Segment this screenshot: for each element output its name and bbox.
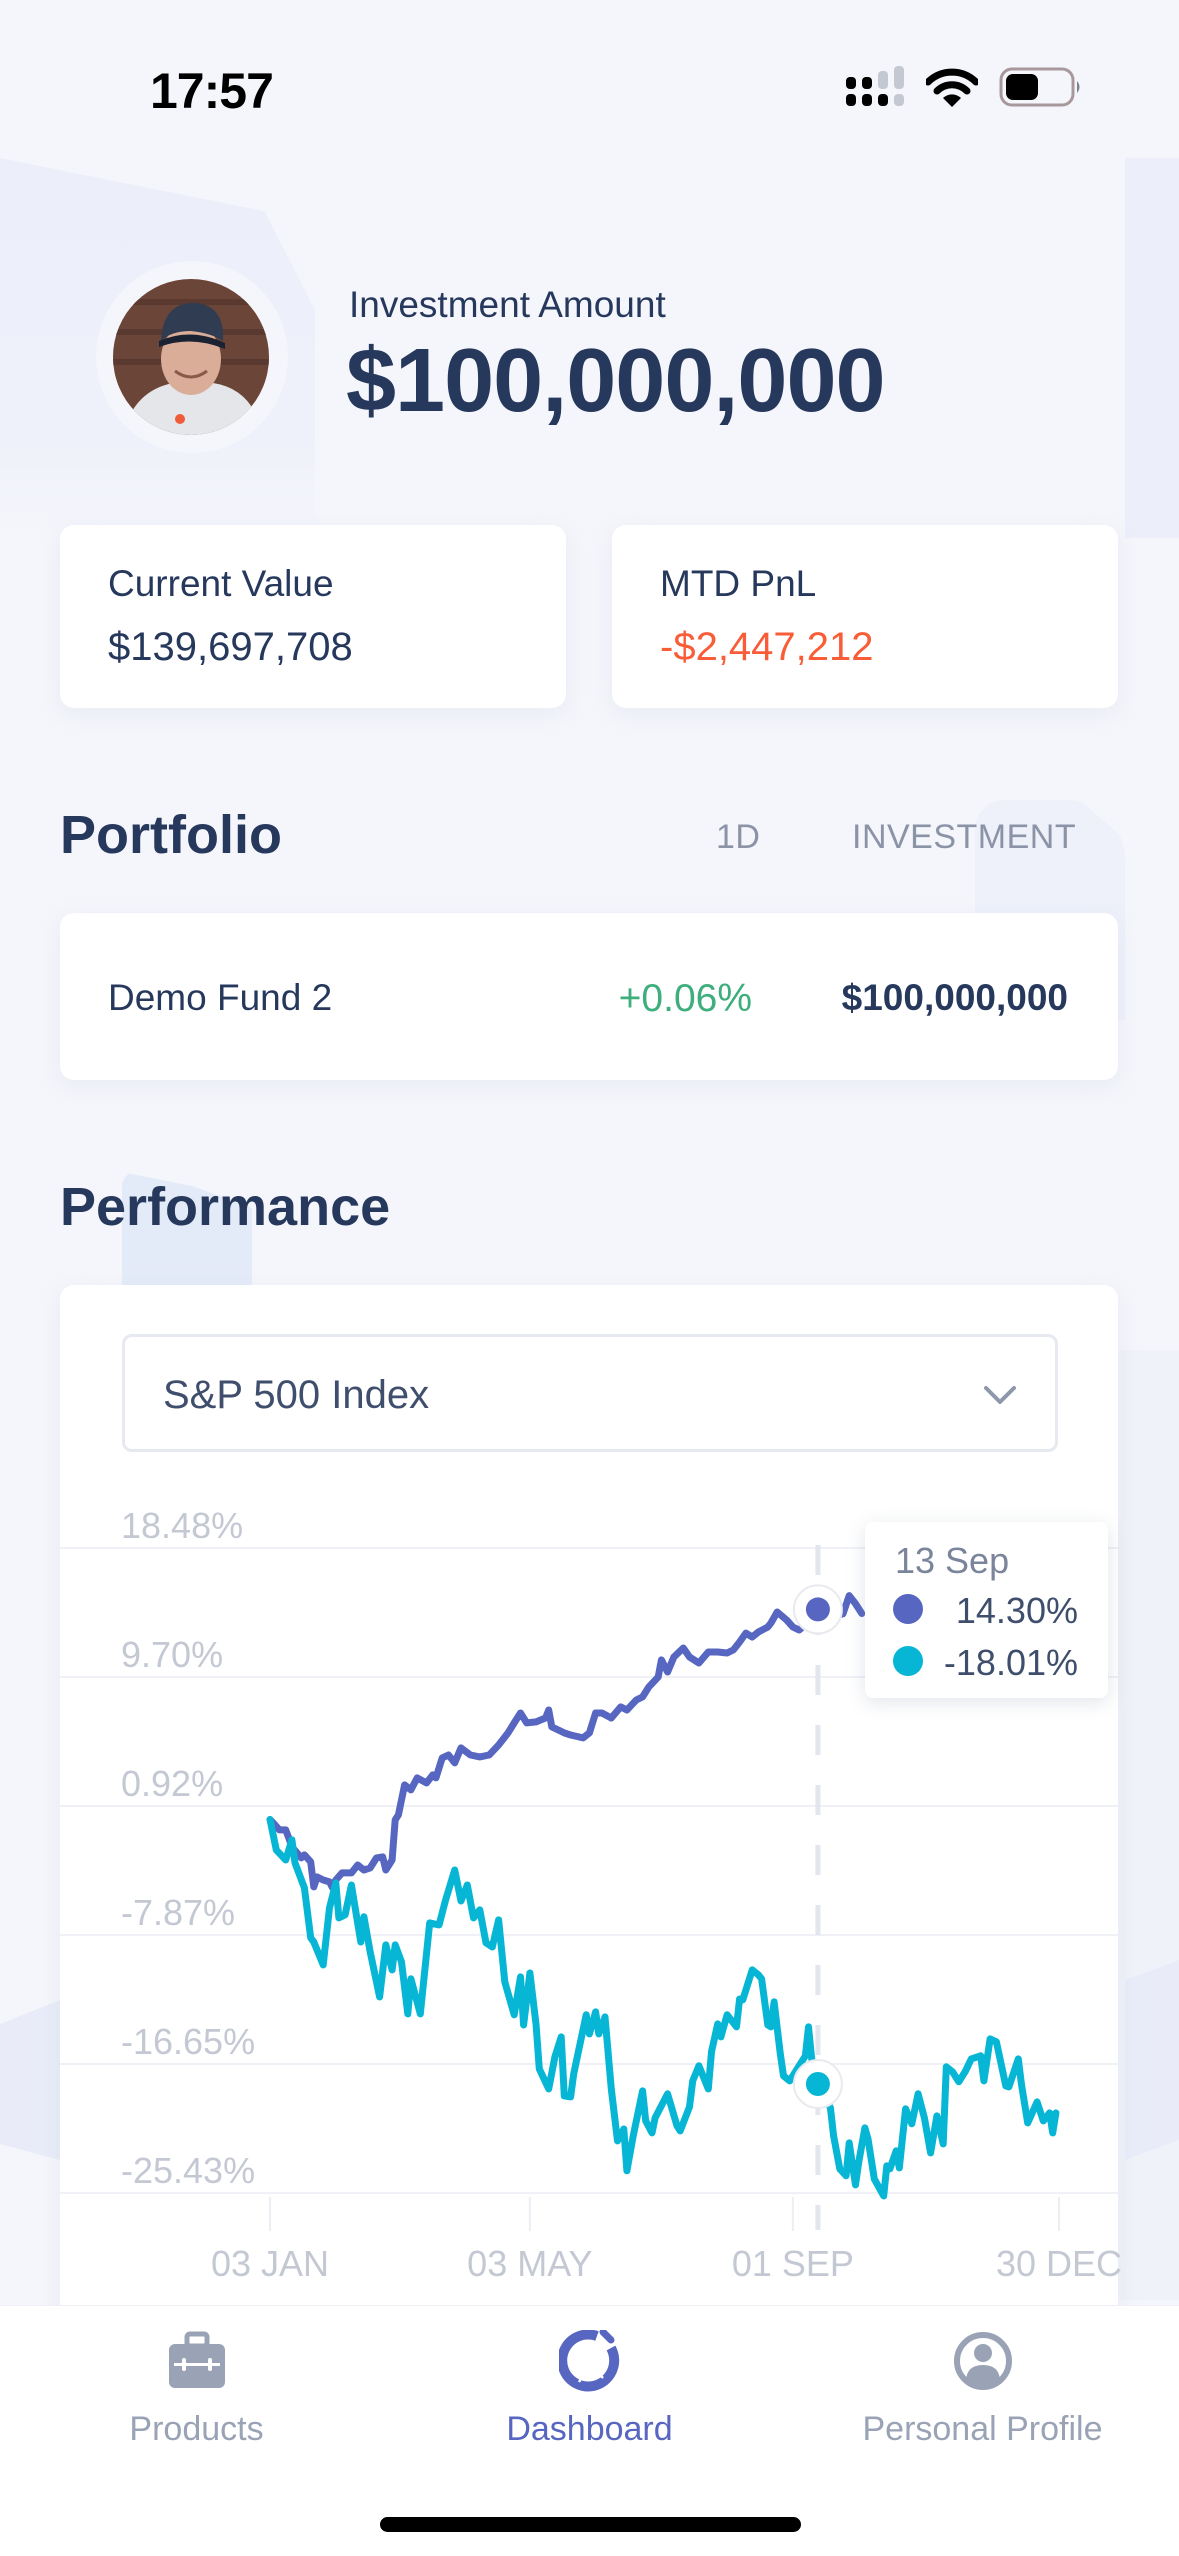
mtd-pnl-value: -$2,447,212 [660, 625, 874, 669]
tooltip-row-portfolio: 14.30% [893, 1590, 1078, 1631]
fund-1d-change: +0.06% [618, 977, 752, 1020]
tooltip-value-portfolio: 14.30% [955, 1590, 1078, 1631]
legend-dot-portfolio [893, 1594, 923, 1624]
background-shape [1125, 158, 1179, 538]
current-value-card: Current Value $139,697,708 [60, 525, 566, 708]
mtd-pnl-card: MTD PnL -$2,447,212 [612, 525, 1118, 708]
wifi-icon [926, 68, 978, 107]
tooltip-date: 13 Sep [895, 1540, 1010, 1581]
portfolio-title: Portfolio [60, 805, 282, 865]
fund-row[interactable]: Demo Fund 2 +0.06% $100,000,000 [60, 913, 1118, 1080]
investment-amount-label: Investment Amount [349, 284, 666, 325]
fund-investment: $100,000,000 [841, 977, 1068, 1018]
tooltip-value-benchmark: -18.01% [943, 1642, 1078, 1683]
nav-label-personal-profile: Personal Profile [862, 2410, 1103, 2448]
current-value-label: Current Value [108, 563, 334, 604]
legend-dot-benchmark [893, 1646, 923, 1676]
fund-name: Demo Fund 2 [108, 977, 333, 1018]
dashboard-ring-icon [558, 2330, 619, 2392]
tooltip-row-benchmark: -18.01% [893, 1642, 1078, 1683]
chart-tooltip: 13 Sep 14.30% -18.01% [865, 1522, 1108, 1698]
avatar[interactable] [113, 279, 269, 435]
column-header-investment: INVESTMENT [852, 818, 1077, 856]
investment-amount-value: $100,000,000 [346, 331, 886, 431]
performance-title: Performance [60, 1177, 391, 1237]
user-circle-icon [953, 2332, 1012, 2390]
nav-item-personal-profile[interactable]: Personal Profile [786, 2306, 1179, 2486]
column-header-1d: 1D [716, 818, 761, 856]
avatar-photo [113, 279, 269, 435]
current-value: $139,697,708 [108, 625, 353, 669]
background-shape [0, 2000, 60, 2160]
nav-label-products: Products [129, 2410, 264, 2448]
briefcase-icon [168, 2331, 225, 2388]
mtd-pnl-label: MTD PnL [660, 563, 817, 604]
nav-item-products[interactable]: Products [0, 2306, 393, 2486]
benchmark-select-value: S&P 500 Index [163, 1373, 430, 1417]
background-shape [1125, 1960, 1179, 2160]
cellular-signal-icon [846, 66, 904, 106]
battery-icon [999, 67, 1080, 107]
chevron-down-icon [984, 1386, 1016, 1404]
nav-label-dashboard: Dashboard [506, 2410, 673, 2448]
home-indicator [380, 2517, 801, 2532]
benchmark-select[interactable]: S&P 500 Index [122, 1334, 1058, 1452]
nav-item-dashboard[interactable]: Dashboard [393, 2306, 786, 2486]
status-time: 17:57 [150, 63, 274, 119]
